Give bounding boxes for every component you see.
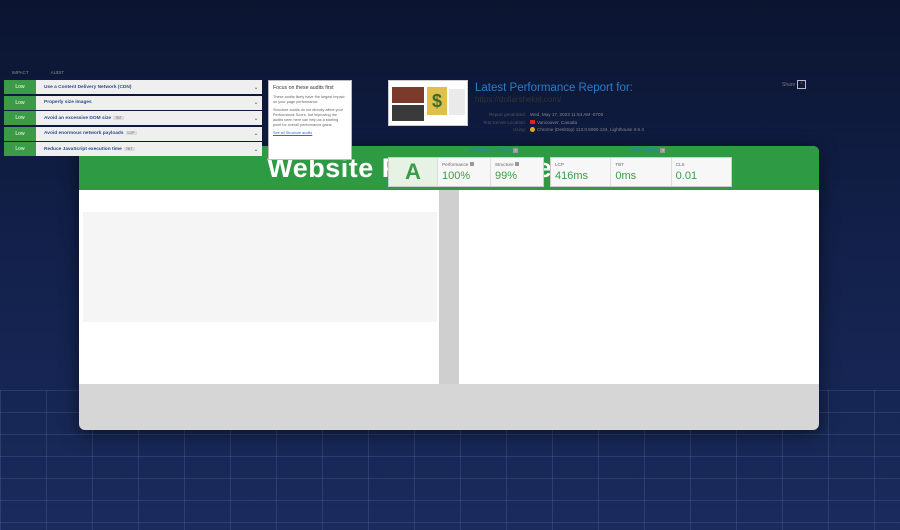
audit-label-text: Avoid an excessive DOM size: [44, 115, 112, 121]
share-icon: <: [797, 80, 807, 89]
audit-row[interactable]: Low Avoid an excessive DOM size TBT ⌄: [4, 111, 262, 126]
chevron-down-icon[interactable]: ⌄: [250, 84, 262, 91]
audit-row[interactable]: Low Use a Content Delivery Network (CDN) ⌄: [4, 80, 262, 94]
report-pane: [459, 190, 819, 384]
meta-row: Test Server Location: Vancouver, Canada: [470, 120, 644, 125]
audits-pane: [79, 190, 439, 384]
structure-metric: Structure 99%: [490, 158, 543, 186]
meta-key: Report generated:: [488, 112, 526, 117]
vitals-box: LCP 416ms TBT 0ms CLS 0.01: [550, 157, 732, 187]
metric-value: 0ms: [615, 170, 637, 182]
audit-label: Reduce JavaScript execution time TBT: [36, 146, 250, 152]
help-icon[interactable]: [514, 162, 519, 166]
site-thumbnail: $: [388, 80, 468, 126]
audits-panel-bg: [83, 212, 437, 322]
metric-label-text: Performance: [442, 162, 469, 167]
structure-audits-link[interactable]: See all Structure audits: [273, 131, 347, 135]
metric-label: Performance: [442, 162, 486, 167]
metric-value: 0.01: [675, 170, 698, 182]
audit-label-text: Properly size images: [44, 100, 92, 106]
pane-divider: [439, 190, 459, 384]
audit-list: Low Use a Content Delivery Network (CDN) ⌄…: [4, 80, 262, 158]
tbt-metric: TBT 0ms: [610, 158, 670, 186]
impact-badge: Low: [4, 111, 36, 126]
thumb-block: [392, 87, 424, 103]
metric-label-text: Structure: [495, 162, 514, 167]
grade-letter: A: [389, 158, 437, 186]
audit-label: Avoid enormous network payloads LCP: [36, 131, 250, 136]
help-icon[interactable]: [469, 162, 474, 166]
dollar-sign-icon: $: [427, 87, 447, 115]
col-audit-header: AUDIT: [50, 70, 65, 75]
audit-row[interactable]: Low Avoid enormous network payloads LCP ⌄: [4, 126, 262, 141]
meta-key: Test Server Location:: [482, 119, 526, 125]
report-meta: Report generated: Wed, May 17, 2023 11:5…: [470, 112, 644, 135]
meta-value: Chrome (Desktop) 113.0.5060.134, Lightho…: [537, 127, 644, 133]
audit-table-header: IMPACT AUDIT: [12, 70, 64, 75]
meta-value: Wed, May 17, 2023 11:54 AM -0700: [530, 112, 604, 117]
audit-label: Avoid an excessive DOM size TBT: [36, 115, 250, 121]
canada-flag-icon: [530, 120, 535, 125]
report-url[interactable]: https://dollarshekel.com/: [475, 95, 561, 104]
metric-label: LCP: [555, 162, 564, 167]
metric-value: 100%: [442, 170, 471, 182]
audit-label-text: Use a Content Delivery Network (CDN): [44, 84, 132, 90]
focus-title: Focus on these audits first: [273, 85, 334, 91]
meta-key: Using:: [512, 127, 526, 133]
metric-label: TBT: [615, 162, 625, 167]
meta-value-location: Vancouver, Canada: [530, 120, 577, 125]
metric-tag: LCP: [125, 131, 137, 136]
web-vitals-title: Web Vitals?: [630, 148, 666, 154]
lcp-metric: LCP 416ms: [551, 158, 610, 186]
chevron-down-icon[interactable]: ⌄: [250, 146, 262, 153]
chrome-icon: [530, 127, 535, 133]
audit-label-text: Reduce JavaScript execution time: [44, 146, 122, 152]
cls-metric: CLS 0.01: [670, 158, 731, 186]
focus-box: Focus on these audits first These audits…: [268, 80, 352, 160]
metric-value: 99%: [495, 170, 518, 182]
share-button[interactable]: Share <: [782, 80, 807, 89]
report-title: Latest Performance Report for:: [475, 82, 633, 94]
focus-text-1: These audits likely have the largest imp…: [273, 95, 345, 104]
metric-value: 416ms: [555, 170, 589, 182]
meta-value-browser: Chrome (Desktop) 113.0.5060.134, Lightho…: [530, 127, 644, 133]
metric-label: Structure: [495, 162, 539, 167]
help-icon[interactable]: ?: [513, 148, 519, 153]
col-impact-header: IMPACT: [12, 70, 29, 75]
audit-label: Use a Content Delivery Network (CDN): [36, 85, 250, 90]
vitals-title-text: Web Vitals: [630, 148, 659, 154]
meta-row: Report generated: Wed, May 17, 2023 11:5…: [470, 112, 644, 117]
screenshot-card: Website Performance Audit: [79, 146, 819, 430]
impact-badge: Low: [4, 80, 36, 94]
grade-box: A Performance 100% Structure 99%: [388, 157, 544, 187]
thumb-block: [392, 105, 424, 121]
impact-badge: Low: [4, 126, 36, 141]
metric-label: CLS: [675, 162, 685, 167]
audit-label-text: Avoid enormous network payloads: [44, 131, 124, 137]
meta-row: Using: Chrome (Desktop) 113.0.5060.134, …: [470, 127, 644, 133]
gtmetrix-grade-title: GTmetrix Grade?: [468, 148, 519, 154]
meta-value: Vancouver, Canada: [537, 119, 578, 125]
metric-tag: TBT: [123, 146, 135, 151]
grade-title-text: GTmetrix Grade: [468, 148, 512, 154]
impact-badge: Low: [4, 95, 36, 110]
focus-text-2: Structure audits do not directly affect …: [273, 107, 343, 127]
share-label: Share: [782, 81, 796, 88]
metric-tag: TBT: [113, 115, 124, 120]
thumb-block: [449, 89, 465, 115]
chevron-down-icon[interactable]: ⌄: [250, 130, 262, 137]
help-icon[interactable]: ?: [660, 148, 666, 153]
chevron-down-icon[interactable]: ⌄: [250, 115, 262, 122]
impact-badge: Low: [4, 142, 36, 157]
audit-row[interactable]: Low Properly size images ⌄: [4, 95, 262, 110]
chevron-down-icon[interactable]: ⌄: [250, 99, 262, 106]
audit-row[interactable]: Low Reduce JavaScript execution time TBT ⌄: [4, 142, 262, 157]
performance-metric: Performance 100%: [437, 158, 490, 186]
audit-label: Properly size images: [36, 100, 250, 105]
